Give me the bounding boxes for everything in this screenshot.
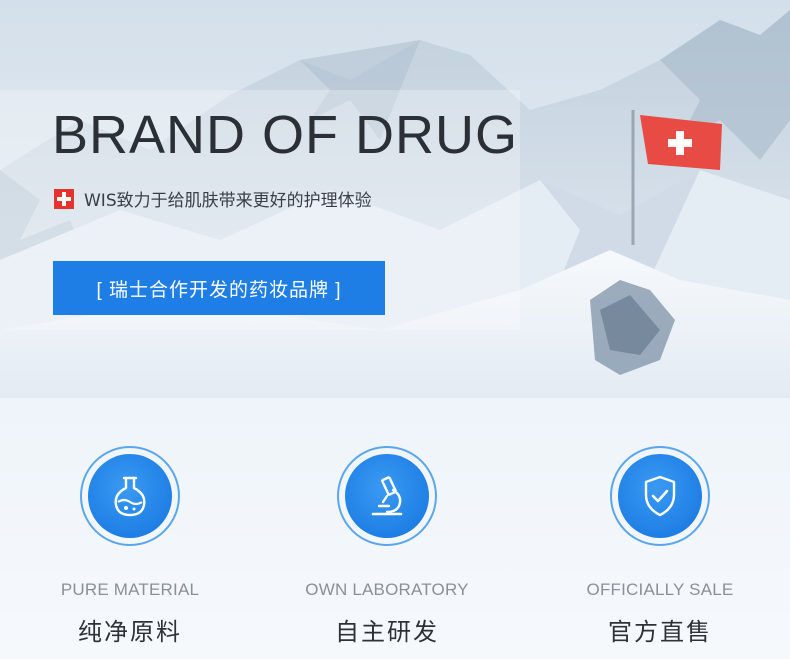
brand-cta-button[interactable]: [ 瑞士合作开发的药妆品牌 ]	[53, 261, 385, 315]
swiss-flag-icon	[640, 115, 722, 170]
features-section: PURE MATERIAL 纯净原料 OWN LABORATORY 自主研发 O…	[0, 398, 790, 659]
feature-icon-ring	[80, 446, 180, 546]
feature-icon-ring	[610, 446, 710, 546]
feature-title-en: OFFICIALLY SALE	[586, 580, 734, 599]
feature-pure-material: PURE MATERIAL 纯净原料	[20, 446, 240, 647]
hero-banner: BRAND OF DRUG WIS致力于给肌肤带来更好的护理体验 [ 瑞士合作开…	[0, 0, 790, 398]
feature-own-laboratory: OWN LABORATORY 自主研发	[277, 446, 497, 647]
shield-check-icon	[644, 475, 676, 517]
microscope-icon	[371, 476, 403, 516]
hero-title: BRAND OF DRUG	[52, 105, 519, 165]
feature-title-cn: 纯净原料	[78, 618, 182, 646]
hero-subtitle: WIS致力于给肌肤带来更好的护理体验	[84, 191, 372, 211]
feature-title-cn: 自主研发	[335, 618, 439, 646]
feature-title-en: PURE MATERIAL	[60, 580, 200, 599]
swiss-cross-icon	[54, 188, 74, 209]
flask-icon	[114, 476, 146, 517]
feature-title-en: OWN LABORATORY	[305, 580, 469, 599]
feature-icon-ring	[337, 446, 437, 546]
feature-officially-sale: OFFICIALLY SALE 官方直售	[550, 446, 770, 647]
feature-title-cn: 官方直售	[608, 618, 712, 646]
hero-subtitle-row: WIS致力于给肌肤带来更好的护理体验	[54, 186, 372, 211]
